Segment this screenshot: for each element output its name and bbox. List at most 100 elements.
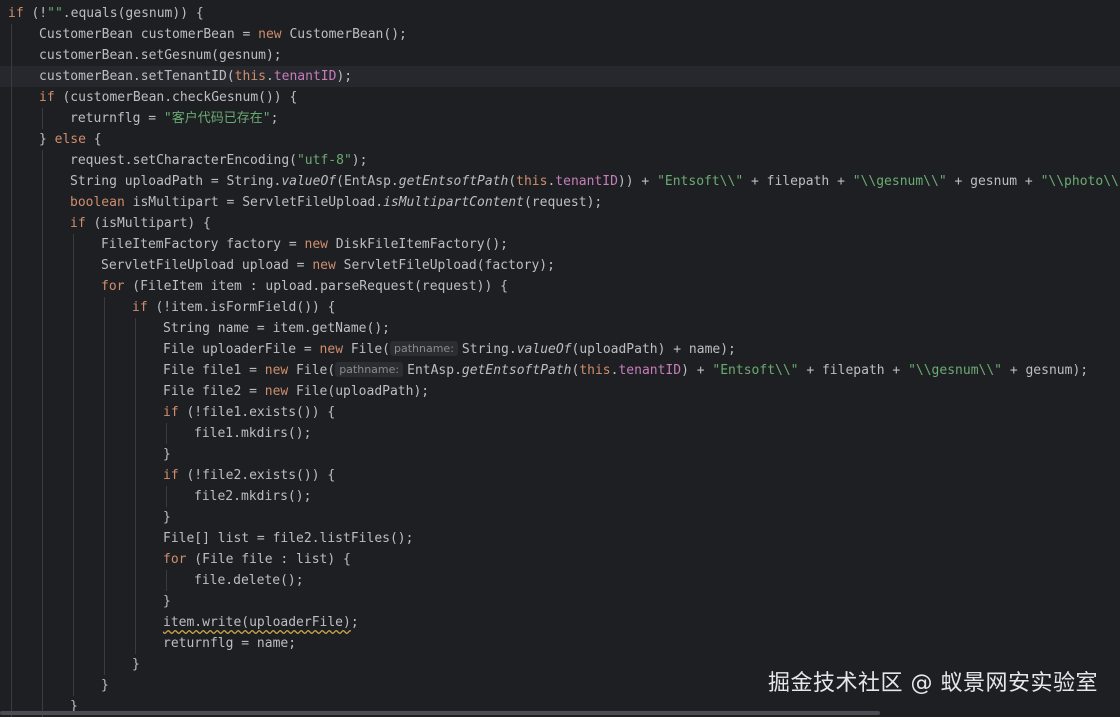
code-token: getEntsoftPath — [461, 363, 572, 378]
indent-guide — [104, 654, 105, 675]
code-line[interactable]: File file2 = new File(uploadPath); — [0, 381, 1120, 402]
indent-guide — [11, 234, 12, 255]
code-line[interactable]: } else { — [0, 129, 1120, 150]
code-token: + gesnum); — [1002, 363, 1089, 378]
indent-guide — [11, 444, 12, 465]
code-token: returnflg = name; — [163, 636, 297, 651]
indent-guide — [73, 612, 74, 633]
code-line[interactable]: file2.mkdirs(); — [0, 486, 1120, 507]
code-token: File( — [288, 363, 336, 378]
code-token: if — [163, 405, 179, 420]
code-line[interactable]: if (!file2.exists()) { — [0, 465, 1120, 486]
code-line[interactable]: } — [0, 444, 1120, 465]
code-line[interactable]: for (File file : list) { — [0, 549, 1120, 570]
code-line[interactable]: if (!"".equals(gesnum)) { — [0, 3, 1120, 24]
indent-guide — [42, 633, 43, 654]
code-line[interactable]: file.delete(); — [0, 570, 1120, 591]
code-line[interactable]: request.setCharacterEncoding("utf-8"); — [0, 150, 1120, 171]
indent-guide — [11, 423, 12, 444]
indent-guide — [135, 591, 136, 612]
code-line[interactable]: ServletFileUpload upload = new ServletFi… — [0, 255, 1120, 276]
code-token: (!file1.exists()) { — [178, 405, 336, 420]
indent-guide — [104, 423, 105, 444]
code-token: ; — [270, 111, 279, 126]
code-token: for — [101, 279, 125, 294]
code-line[interactable]: customerBean.setGesnum(gesnum); — [0, 45, 1120, 66]
indent-guide — [42, 423, 43, 444]
code-line[interactable]: String uploadPath = String.valueOf(EntAs… — [0, 171, 1120, 192]
code-token: ( — [508, 174, 517, 189]
code-token: } — [163, 447, 171, 462]
code-text: if (!file2.exists()) { — [163, 465, 335, 486]
code-line[interactable]: customerBean.setTenantID(this.tenantID); — [0, 66, 1120, 87]
code-line[interactable]: boolean isMultipart = ServletFileUpload.… — [0, 192, 1120, 213]
indent-guide — [42, 339, 43, 360]
indent-guide — [11, 129, 12, 150]
code-text: customerBean.setTenantID(this.tenantID); — [39, 66, 352, 87]
code-token: + gesnum + — [946, 174, 1041, 189]
code-text: customerBean.setGesnum(gesnum); — [39, 45, 282, 66]
code-line[interactable]: if (!item.isFormField()) { — [0, 297, 1120, 318]
indent-guide — [11, 402, 12, 423]
code-line[interactable]: if (customerBean.checkGesnum()) { — [0, 87, 1120, 108]
code-line[interactable]: } — [0, 507, 1120, 528]
indent-guide — [104, 591, 105, 612]
code-line[interactable]: } — [0, 591, 1120, 612]
indent-guide — [135, 444, 136, 465]
code-line[interactable]: if (!file1.exists()) { — [0, 402, 1120, 423]
code-token: (isMultipart) { — [85, 216, 211, 231]
indent-guide — [104, 633, 105, 654]
code-token: file.delete(); — [194, 573, 304, 588]
code-token: tenantID — [555, 174, 618, 189]
indent-guide — [104, 318, 105, 339]
code-line[interactable]: file1.mkdirs(); — [0, 423, 1120, 444]
code-text: if (!"".equals(gesnum)) { — [8, 3, 204, 24]
code-token: (!file2.exists()) { — [178, 468, 336, 483]
indent-guide — [104, 570, 105, 591]
code-token: (File file : list) { — [186, 552, 351, 567]
code-line[interactable]: FileItemFactory factory = new DiskFileIt… — [0, 234, 1120, 255]
code-line[interactable]: returnflg = "客户代码已存在"; — [0, 108, 1120, 129]
indent-guide — [73, 339, 74, 360]
code-token: "\\gesnum\\" — [852, 174, 947, 189]
code-line[interactable]: File[] list = file2.listFiles(); — [0, 528, 1120, 549]
code-token: valueOf — [281, 174, 337, 189]
code-line[interactable]: File file1 = new File(pathname: EntAsp.ge… — [0, 360, 1120, 381]
code-token: if — [70, 216, 86, 231]
code-token: new — [264, 384, 289, 399]
indent-guide — [104, 297, 105, 318]
indent-guide — [104, 465, 105, 486]
code-line[interactable]: returnflg = name; — [0, 633, 1120, 654]
code-text: file1.mkdirs(); — [194, 423, 311, 444]
code-line[interactable]: String name = item.getName(); — [0, 318, 1120, 339]
indent-guide — [42, 297, 43, 318]
code-token: File[] list = file2.listFiles(); — [163, 531, 414, 546]
code-token: this — [516, 174, 548, 189]
code-line[interactable]: if (isMultipart) { — [0, 213, 1120, 234]
code-line[interactable]: for (FileItem item : upload.parseRequest… — [0, 276, 1120, 297]
code-token: "utf-8" — [296, 153, 352, 168]
code-token: new — [258, 27, 282, 42]
code-token: } — [101, 678, 109, 693]
code-line[interactable]: File uploaderFile = new File(pathname: St… — [0, 339, 1120, 360]
indent-guide — [42, 654, 43, 675]
code-token: .equals(gesnum)) { — [62, 6, 204, 21]
code-line[interactable]: CustomerBean customerBean = new Customer… — [0, 24, 1120, 45]
code-token: ServletFileUpload upload = — [101, 258, 313, 273]
indent-guide — [11, 24, 12, 45]
indent-guide — [73, 591, 74, 612]
code-editor[interactable]: if (!"".equals(gesnum)) {CustomerBean cu… — [0, 0, 1120, 717]
indent-guide — [42, 234, 43, 255]
code-token: )) + — [617, 174, 658, 189]
code-token: getEntsoftPath — [398, 174, 509, 189]
code-token: File(uploadPath); — [288, 384, 430, 399]
horizontal-scrollbar[interactable] — [0, 711, 880, 715]
indent-guide — [42, 150, 43, 171]
code-text: } — [132, 654, 140, 675]
indent-guide — [11, 528, 12, 549]
code-token: ServletFileUpload(factory); — [335, 258, 555, 273]
indent-guide — [73, 276, 74, 297]
indent-guide — [11, 465, 12, 486]
indent-guide — [42, 171, 43, 192]
code-line[interactable]: item.write(uploaderFile); — [0, 612, 1120, 633]
